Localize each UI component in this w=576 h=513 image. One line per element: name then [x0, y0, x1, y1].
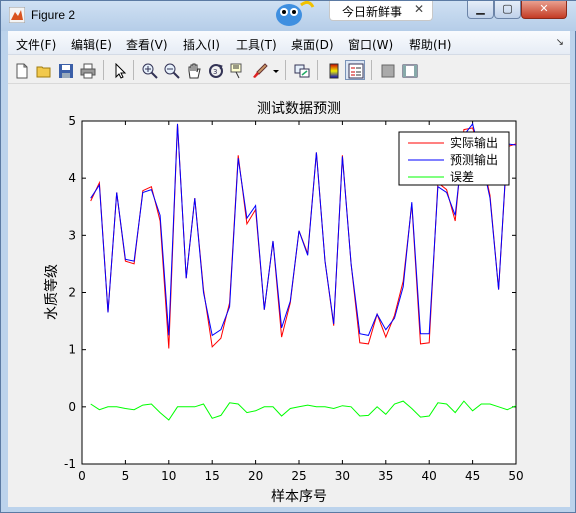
save-icon[interactable] — [55, 60, 75, 80]
x-axis-label: 样本序号 — [271, 489, 327, 505]
pointer-icon[interactable] — [109, 60, 129, 80]
x-tick-label: 15 — [205, 469, 220, 483]
figure-window: Figure 2 今日新鲜事 ✕ ▁ ▢ ✕ 文件(F) 编辑(E) 查看(V)… — [0, 0, 576, 513]
figure-client-area: 文件(F) 编辑(E) 查看(V) 插入(I) 工具(T) 桌面(D) 窗口(W… — [8, 31, 570, 507]
toolbar-separator — [285, 60, 286, 80]
y-tick-label: 2 — [68, 286, 76, 300]
close-icon: ✕ — [539, 2, 549, 15]
menu-window[interactable]: 窗口(W) — [348, 36, 393, 53]
hide-plot-tools-icon[interactable] — [377, 60, 397, 80]
news-tab-close-icon[interactable]: ✕ — [414, 2, 424, 16]
toolbar-separator — [133, 60, 134, 80]
svg-text:3: 3 — [213, 68, 217, 76]
y-tick-label: 5 — [68, 114, 76, 128]
menu-bar: 文件(F) 编辑(E) 查看(V) 插入(I) 工具(T) 桌面(D) 窗口(W… — [8, 31, 570, 55]
new-figure-icon[interactable] — [11, 60, 31, 80]
data-cursor-icon[interactable] — [227, 60, 247, 80]
menu-file[interactable]: 文件(F) — [16, 36, 56, 53]
y-tick-label: 1 — [68, 343, 76, 357]
plot-area: 测试数据预测 样本序号 水质等级 0 5 10 15 20 25 30 35 40 45 50 -1 0… — [8, 85, 570, 507]
toolbar-separator — [317, 60, 318, 80]
x-tick-label: 10 — [161, 469, 176, 483]
news-tab[interactable]: 今日新鲜事 ✕ — [329, 1, 433, 21]
rotate-3d-icon[interactable]: 3 — [205, 60, 225, 80]
menu-help[interactable]: 帮助(H) — [409, 36, 451, 53]
toolbar-separator — [103, 60, 104, 80]
y-tick-label: -1 — [64, 457, 76, 471]
legend-icon[interactable] — [345, 60, 365, 80]
maximize-button[interactable]: ▢ — [494, 1, 521, 19]
colorbar-icon[interactable] — [323, 60, 343, 80]
mascot-icon[interactable] — [273, 0, 317, 27]
zoom-in-icon[interactable] — [139, 60, 159, 80]
legend-entry: 误差 — [450, 170, 474, 184]
minimize-icon: ▁ — [476, 2, 485, 15]
x-tick-label: 20 — [248, 469, 263, 483]
y-axis-label: 水质等级 — [43, 264, 60, 320]
zoom-out-icon[interactable] — [161, 60, 181, 80]
pan-icon[interactable] — [183, 60, 203, 80]
x-tick-label: 35 — [378, 469, 393, 483]
print-icon[interactable] — [77, 60, 97, 80]
brush-dropdown-icon[interactable] — [270, 60, 280, 80]
x-tick-label: 45 — [465, 469, 480, 483]
x-tick-label: 25 — [291, 469, 306, 483]
legend[interactable]: 实际输出预测输出误差 — [398, 131, 510, 186]
menu-edit[interactable]: 编辑(E) — [71, 36, 112, 53]
news-tab-label: 今日新鲜事 — [342, 5, 403, 19]
x-tick-label: 30 — [335, 469, 350, 483]
figure-toolbar: 3 — [8, 56, 570, 84]
x-tick-label: 5 — [122, 469, 130, 483]
menu-desktop[interactable]: 桌面(D) — [291, 36, 334, 53]
legend-entry: 预测输出 — [450, 152, 498, 167]
line-chart[interactable]: 测试数据预测 样本序号 水质等级 0 5 10 15 20 25 30 35 40 45 50-10… — [8, 85, 570, 507]
matlab-icon — [9, 7, 25, 23]
y-tick-label: 0 — [68, 400, 76, 414]
maximize-icon: ▢ — [502, 2, 513, 15]
menu-view[interactable]: 查看(V) — [126, 36, 168, 53]
brush-icon[interactable] — [249, 60, 269, 80]
open-file-icon[interactable] — [33, 60, 53, 80]
toolbar-separator — [371, 60, 372, 80]
menu-tools[interactable]: 工具(T) — [236, 36, 277, 53]
legend-entry: 实际输出 — [450, 135, 498, 150]
chart-title: 测试数据预测 — [257, 101, 341, 117]
link-plot-icon[interactable] — [291, 60, 311, 80]
window-title: Figure 2 — [31, 8, 76, 22]
show-plot-tools-icon[interactable] — [399, 60, 419, 80]
minimize-button[interactable]: ▁ — [467, 1, 494, 19]
x-tick-label: 40 — [422, 469, 437, 483]
y-tick-label: 3 — [68, 228, 76, 242]
close-button[interactable]: ✕ — [521, 1, 567, 19]
dock-arrow-icon[interactable]: ↘ — [556, 37, 564, 48]
menu-insert[interactable]: 插入(I) — [183, 36, 220, 53]
title-bar[interactable]: Figure 2 今日新鲜事 ✕ ▁ ▢ ✕ — [1, 0, 576, 31]
x-tick-label: 0 — [78, 469, 86, 483]
y-tick-label: 4 — [68, 171, 76, 185]
x-tick-label: 50 — [508, 469, 523, 483]
